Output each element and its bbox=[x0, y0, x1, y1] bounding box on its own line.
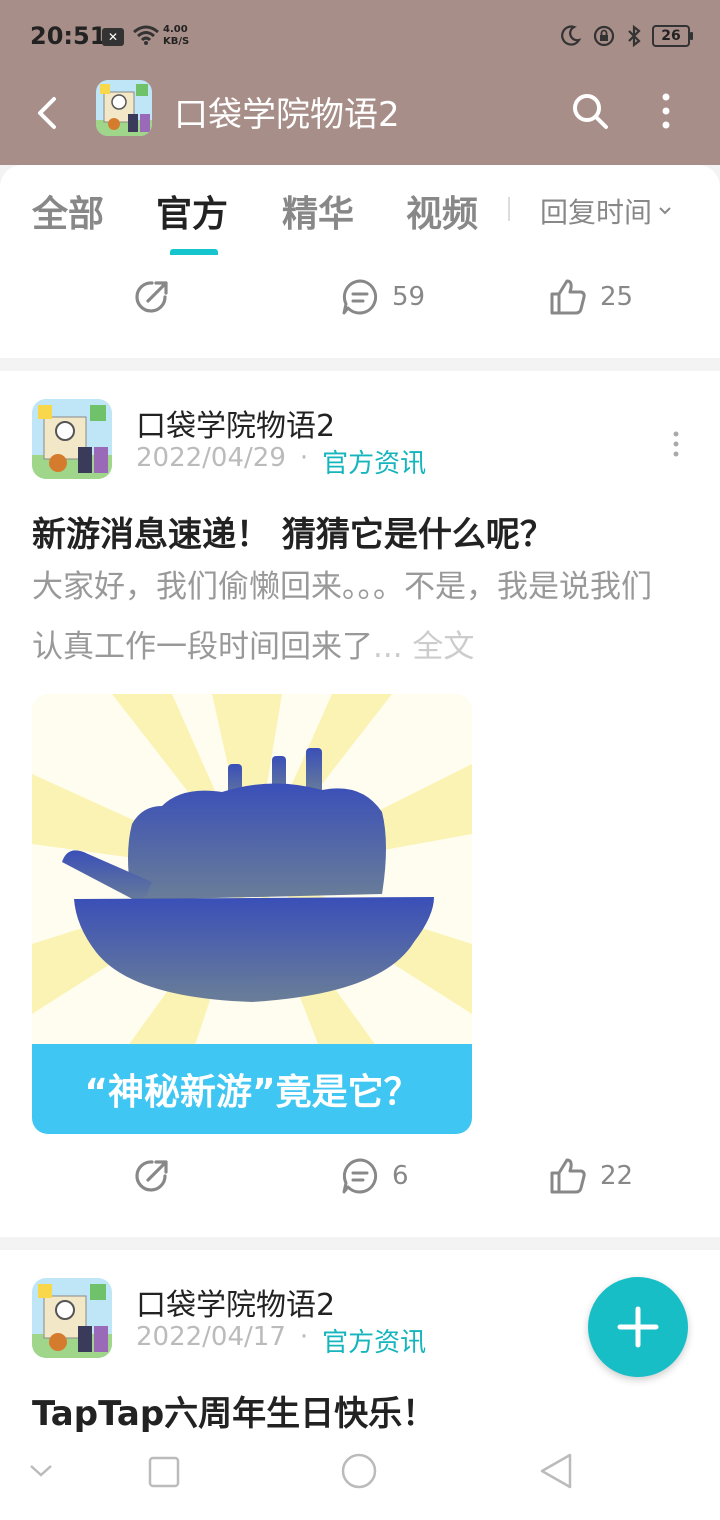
post-date: 2022/04/29 bbox=[136, 443, 286, 473]
comment-icon bbox=[342, 1158, 378, 1194]
post-card[interactable]: 口袋学院物语2 2022/04/29 · 官方资讯 新游消息速递！ 猜猜它是什么… bbox=[0, 371, 720, 1237]
status-time: 20:51 bbox=[30, 22, 107, 50]
comment-icon bbox=[342, 279, 378, 315]
rotation-lock-icon bbox=[593, 25, 615, 47]
post-actions: 6 22 bbox=[0, 1156, 720, 1216]
plus-icon bbox=[617, 1306, 659, 1348]
tab-video[interactable]: 视频 bbox=[406, 185, 478, 237]
meta-separator: · bbox=[299, 443, 309, 473]
post-author[interactable]: 口袋学院物语2 bbox=[136, 401, 335, 445]
like-button[interactable]: 25 bbox=[548, 277, 633, 317]
post-author[interactable]: 口袋学院物语2 bbox=[136, 1280, 335, 1324]
like-count: 25 bbox=[600, 282, 634, 312]
post-meta: 2022/04/17 · 官方资讯 bbox=[136, 1322, 426, 1359]
bluetooth-icon bbox=[628, 24, 641, 48]
sort-dropdown[interactable]: 回复时间 bbox=[540, 191, 672, 231]
recents-icon[interactable] bbox=[148, 1456, 180, 1488]
sort-label: 回复时间 bbox=[540, 196, 653, 229]
post-card[interactable]: 59 25 bbox=[0, 255, 720, 358]
post-excerpt[interactable]: 大家好，我们偷懒回来。。。不是，我是说我们认真工作一段时间回来了... 全文 bbox=[32, 557, 682, 677]
tab-divider bbox=[508, 197, 510, 221]
tab-bar: 全部 官方 精华 视频 回复时间 bbox=[0, 165, 720, 255]
share-icon bbox=[135, 281, 168, 313]
add-post-button[interactable] bbox=[588, 1277, 688, 1377]
author-avatar[interactable] bbox=[32, 399, 112, 479]
thumbs-up-icon bbox=[550, 1158, 586, 1194]
battery-level: 26 bbox=[661, 28, 681, 44]
status-bar: 20:51 ✕ 4.00 KB/S 26 bbox=[0, 0, 720, 75]
notification-icon: ✕ bbox=[102, 28, 124, 46]
thumbs-up-icon bbox=[550, 279, 586, 315]
home-icon[interactable] bbox=[340, 1452, 378, 1490]
more-vertical-icon[interactable] bbox=[670, 429, 682, 459]
author-avatar[interactable] bbox=[32, 1278, 112, 1358]
search-icon[interactable] bbox=[568, 89, 612, 133]
tab-all[interactable]: 全部 bbox=[32, 185, 104, 237]
post-date: 2022/04/17 bbox=[136, 1322, 286, 1352]
meta-separator: · bbox=[299, 1322, 309, 1352]
post-category[interactable]: 官方资讯 bbox=[322, 443, 426, 480]
post-excerpt-text: 大家好，我们偷懒回来。。。不是，我是说我们认真工作一段时间回来了 bbox=[32, 569, 652, 665]
post-image[interactable]: “神秘新游”竟是它？ bbox=[32, 694, 472, 1134]
mystery-ship-image: “神秘新游”竟是它？ bbox=[32, 694, 472, 1134]
tab-featured[interactable]: 精华 bbox=[282, 185, 354, 237]
image-caption: “神秘新游”竟是它？ bbox=[84, 1072, 419, 1113]
chevron-down-icon[interactable] bbox=[28, 1462, 54, 1480]
share-button[interactable] bbox=[132, 277, 172, 317]
comment-count: 6 bbox=[392, 1161, 409, 1191]
comment-count: 59 bbox=[392, 282, 426, 312]
post-title[interactable]: 新游消息速递！ 猜猜它是什么呢？ bbox=[32, 507, 554, 556]
post-header: 口袋学院物语2 2022/04/29 · 官方资讯 bbox=[32, 399, 692, 483]
back-triangle-icon[interactable] bbox=[538, 1452, 574, 1490]
ellipsis: ... bbox=[373, 629, 403, 665]
post-title[interactable]: TapTap六周年生日快乐！ bbox=[32, 1386, 436, 1432]
network-speed-unit: KB/S bbox=[163, 36, 190, 47]
app-title: 口袋学院物语2 bbox=[174, 95, 400, 135]
battery-icon: 26 bbox=[652, 25, 693, 47]
network-speed-value: 4.00 bbox=[163, 24, 188, 35]
post-meta: 2022/04/29 · 官方资讯 bbox=[136, 443, 426, 480]
wifi-icon bbox=[133, 25, 159, 45]
like-count: 22 bbox=[600, 1161, 634, 1191]
app-icon bbox=[96, 80, 152, 136]
like-button[interactable]: 22 bbox=[548, 1156, 633, 1196]
more-vertical-icon[interactable] bbox=[654, 89, 678, 133]
share-icon bbox=[135, 1160, 168, 1192]
post-category[interactable]: 官方资讯 bbox=[322, 1322, 426, 1359]
post-actions: 59 25 bbox=[0, 277, 720, 337]
comment-button[interactable]: 59 bbox=[340, 277, 425, 317]
chevron-down-icon bbox=[659, 207, 671, 215]
comment-button[interactable]: 6 bbox=[340, 1156, 409, 1196]
tab-official[interactable]: 官方 bbox=[156, 185, 228, 237]
back-icon[interactable] bbox=[28, 93, 68, 133]
read-more-link[interactable]: 全文 bbox=[412, 629, 474, 665]
moon-icon bbox=[561, 25, 582, 46]
network-speed: 4.00 KB/S bbox=[163, 24, 189, 48]
system-nav-bar bbox=[0, 1432, 720, 1520]
app-bar: 口袋学院物语2 bbox=[0, 75, 720, 165]
share-button[interactable] bbox=[132, 1156, 172, 1196]
